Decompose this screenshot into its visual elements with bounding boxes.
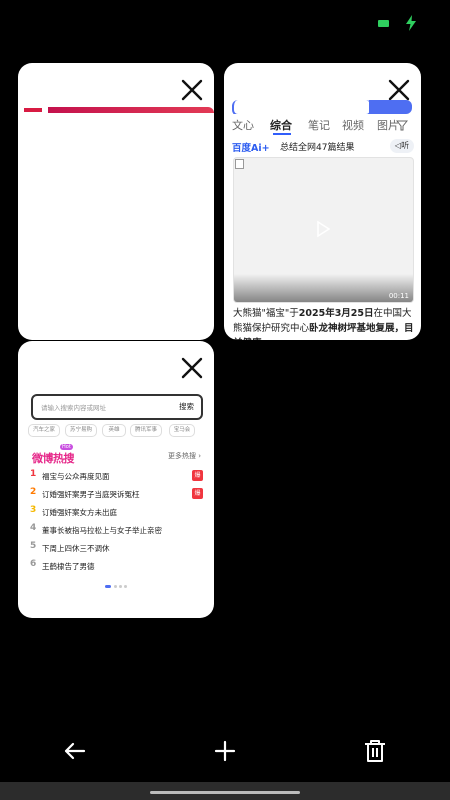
hot-item-text: 下周上四休三不调休 [42, 544, 110, 553]
tab-switcher-toolbar [0, 730, 450, 780]
broken-image-icon [235, 159, 244, 169]
rank-number: 3 [30, 505, 37, 515]
rank-number: 5 [30, 541, 37, 551]
add-tab-icon [214, 740, 236, 762]
delete-all-icon [365, 740, 385, 762]
list-item: 5 下周上四休三不调休 [30, 541, 210, 557]
ai-logo: 百度Ai+ [232, 143, 270, 154]
list-item: 3 订婚强奸案女方未出庭 [30, 505, 210, 521]
tab-zonghe: 综合 [270, 119, 292, 132]
page-logo-strip [24, 108, 42, 112]
result-summary: 大熊猫"福宝"于2025年3月25日在中国大熊猫保护研究中心卧龙神树坪基地复展，… [233, 306, 415, 340]
tab-biji: 笔记 [308, 119, 330, 132]
list-item: 6 王鹤棣告了男德 [30, 559, 210, 575]
close-tab-1-button[interactable] [180, 78, 204, 102]
hot-item-text: 董事长被指马拉松上与女子举止亲密 [42, 526, 162, 535]
list-item: 4 董事长被指马拉松上与女子举止亲密 [30, 523, 210, 539]
search-button [369, 100, 412, 114]
list-item: 2 订婚强奸案男子当庭哭诉冤枉 爆 [30, 487, 210, 503]
search-input [232, 100, 372, 114]
rank-number: 1 [30, 469, 37, 479]
hot-search-title: Hot 微博热搜 [30, 444, 90, 466]
close-all-tabs-button[interactable] [362, 738, 388, 764]
close-icon [388, 79, 410, 101]
gesture-bar [0, 782, 450, 800]
quick-link-chip: 宝马会 [169, 424, 195, 437]
video-overlay [234, 274, 413, 302]
quick-link-chip: 英雄 [102, 424, 126, 437]
back-button[interactable] [62, 738, 88, 764]
tab-card-3[interactable]: 请输入搜索内容或网址 搜索 汽车之家 苏宁易购 英雄 腾讯军事 宝马会 Hot … [18, 341, 214, 618]
pagination-dots [105, 585, 129, 589]
summary-text-1: 大熊猫"福宝"于 [233, 308, 299, 319]
ai-summary-bar: 百度Ai+ 总结全网47篇结果 ◁听 [232, 139, 414, 155]
page-header-bar [48, 107, 214, 113]
hot-tag-badge: 爆 [192, 488, 203, 499]
filter-icon [396, 120, 408, 131]
rank-number: 2 [30, 487, 37, 497]
quick-link-chip: 腾讯军事 [130, 424, 162, 437]
status-bar [0, 0, 450, 40]
hot-item-text: 福宝与公众再度见面 [42, 472, 110, 481]
hot-item-text: 订婚强奸案男子当庭哭诉冤枉 [42, 490, 140, 499]
quick-link-chip: 汽车之家 [28, 424, 60, 437]
list-item: 1 福宝与公众再度见面 爆 [30, 469, 210, 485]
search-button: 搜索 [179, 402, 194, 411]
more-hot-label: 更多热搜 [168, 452, 196, 460]
close-tab-2-button[interactable] [387, 78, 411, 102]
page-dot [124, 585, 127, 588]
page-dot [119, 585, 122, 588]
hot-search-label: 微博热搜 [32, 452, 75, 465]
more-hot-link: 更多热搜 › [168, 451, 201, 461]
back-arrow-icon [64, 742, 86, 760]
video-thumbnail: 00:11 [233, 157, 414, 303]
video-duration: 00:11 [388, 292, 409, 300]
listen-label: 听 [401, 141, 410, 150]
tab-card-1[interactable] [18, 63, 214, 340]
hot-tag-badge: 爆 [192, 470, 203, 481]
hot-item-text: 王鹤棣告了男德 [42, 562, 95, 571]
close-tab-3-button[interactable] [180, 356, 204, 380]
rank-number: 6 [30, 559, 37, 569]
summary-date: 2025年3月25日 [298, 308, 374, 319]
close-icon [181, 79, 203, 101]
quick-link-chip: 苏宁易购 [65, 424, 97, 437]
tab-card-2[interactable]: 文心 综合 笔记 视频 图片 百度Ai+ 总结全网47篇结果 ◁听 00:11 … [224, 63, 421, 340]
close-icon [181, 357, 203, 379]
page-dot-active [105, 585, 111, 588]
play-icon [317, 220, 331, 238]
active-tab-indicator [273, 133, 291, 135]
tab-wenxin: 文心 [232, 119, 254, 132]
rank-number: 4 [30, 523, 37, 533]
search-bar-preview [232, 100, 412, 114]
result-tabs: 文心 综合 笔记 视频 图片 [232, 117, 421, 137]
new-tab-button[interactable] [212, 738, 238, 764]
quick-links: 汽车之家 苏宁易购 英雄 腾讯军事 宝马会 [28, 424, 214, 437]
battery-icon [378, 20, 389, 27]
hot-item-text: 订婚强奸案女方未出庭 [42, 508, 117, 517]
chevron-right-icon: › [198, 452, 202, 460]
charging-icon [406, 15, 416, 31]
home-handle[interactable] [150, 791, 300, 794]
search-box-preview: 请输入搜索内容或网址 搜索 [31, 394, 203, 420]
search-placeholder: 请输入搜索内容或网址 [41, 404, 106, 412]
ai-summary-text: 总结全网47篇结果 [280, 143, 355, 153]
tab-shipin: 视频 [342, 119, 364, 132]
page-dot [114, 585, 117, 588]
listen-button: ◁听 [390, 139, 414, 153]
